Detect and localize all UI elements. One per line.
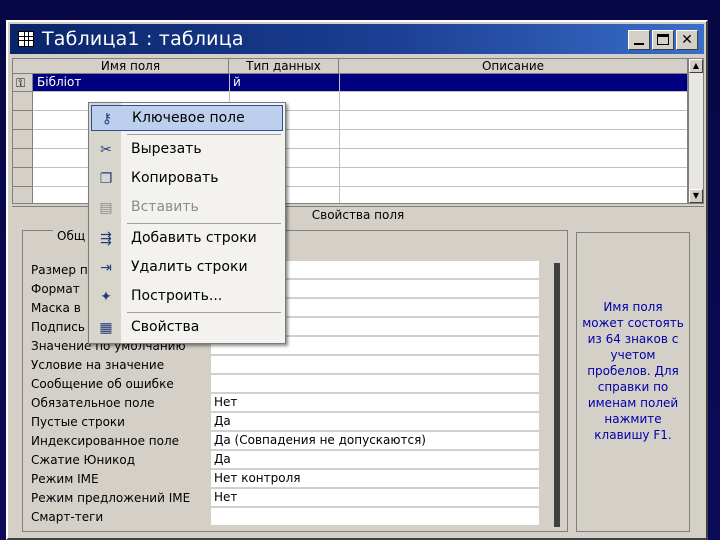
property-value[interactable]: Да [211, 413, 539, 431]
property-value[interactable] [211, 508, 539, 526]
property-label: Пустые строки [31, 415, 125, 429]
menu-item-insert-rows[interactable]: ⇶ Добавить строки [91, 226, 283, 252]
property-label: Маска в [31, 301, 81, 315]
properties-icon: ▦ [99, 320, 113, 336]
property-label: Смарт-теги [31, 510, 104, 524]
property-row: Сжатие Юникод Да [31, 451, 549, 470]
property-label: Подпись [31, 320, 85, 334]
property-row: Индексированное поле Да (Совпадения не до… [31, 432, 549, 451]
property-label: Индексированное поле [31, 434, 180, 448]
copy-icon: ❐ [99, 171, 113, 187]
menu-item-delete-rows[interactable]: ⇥ Удалить строки [91, 255, 283, 281]
menu-item-properties[interactable]: ▦ Свойства [91, 315, 283, 341]
row-selectors: ⚿ [13, 59, 33, 203]
property-value[interactable] [211, 356, 539, 374]
menu-item-label: Копировать [131, 170, 219, 186]
title-bar[interactable]: Таблица1 : таблица ✕ [10, 24, 704, 54]
menu-separator [127, 312, 281, 313]
property-label: Размер п [31, 263, 88, 277]
property-row: Обязательное поле Нет [31, 394, 549, 413]
row-selector[interactable]: ⚿ [13, 74, 33, 92]
close-icon: ✕ [681, 32, 693, 48]
property-label: Режим IME [31, 472, 99, 486]
properties-scrollbar[interactable] [554, 263, 560, 527]
property-label: Режим предложений IME [31, 491, 191, 505]
field-name-cell[interactable]: Бібліот [37, 75, 81, 89]
insert-rows-icon: ⇶ [100, 231, 112, 247]
grid-scrollbar[interactable]: ▲ ▼ [688, 58, 704, 204]
maximize-icon [657, 34, 669, 45]
row-selector[interactable] [13, 169, 33, 187]
menu-item-build[interactable]: ✦ Построить... [91, 284, 283, 310]
menu-item-label: Удалить строки [131, 259, 248, 275]
table-row[interactable]: Бібліот й [33, 74, 687, 92]
property-value[interactable]: Нет [211, 489, 539, 507]
property-label: Сжатие Юникод [31, 453, 136, 467]
menu-item-label: Добавить строки [131, 230, 257, 246]
paste-icon: ▤ [99, 200, 113, 216]
property-value[interactable] [211, 375, 539, 393]
delete-rows-icon: ⇥ [100, 260, 112, 276]
table-design-window: Таблица1 : таблица ✕ ⚿ Имя поля Тип данн… [6, 20, 708, 540]
menu-item-label: Свойства [131, 319, 200, 335]
menu-separator [127, 134, 281, 135]
table-icon [18, 31, 34, 47]
property-label: Условие на значение [31, 358, 165, 372]
property-row: Режим предложений IME Нет [31, 489, 549, 508]
property-value[interactable]: Да (Совпадения не допускаются) [211, 432, 539, 450]
tab-general[interactable]: Общ [53, 229, 90, 243]
data-type-cell[interactable]: й [233, 75, 241, 89]
window-title: Таблица1 : таблица [42, 28, 244, 50]
property-row: Пустые строки Да [31, 413, 549, 432]
key-icon: ⚷ [101, 111, 113, 127]
close-button[interactable]: ✕ [676, 30, 698, 50]
property-row: Режим IME Нет контроля [31, 470, 549, 489]
scroll-up-icon[interactable]: ▲ [689, 59, 703, 73]
menu-item-primary-key[interactable]: ⚷ Ключевое поле [91, 105, 283, 131]
property-row: Сообщение об ошибке [31, 375, 549, 394]
help-text-panel: Имя поля может состоять из 64 знаков с у… [576, 232, 690, 532]
build-wand-icon: ✦ [100, 289, 112, 305]
property-row: Смарт-теги [31, 508, 549, 527]
column-header-description[interactable]: Описание [339, 59, 687, 74]
menu-item-copy[interactable]: ❐ Копировать [91, 166, 283, 192]
row-selector[interactable] [13, 93, 33, 111]
property-value[interactable]: Нет контроля [211, 470, 539, 488]
property-row: Условие на значение [31, 356, 549, 375]
row-selector[interactable] [13, 150, 33, 168]
menu-item-label: Ключевое поле [132, 110, 245, 126]
property-label: Обязательное поле [31, 396, 155, 410]
scissors-icon: ✂ [100, 142, 112, 158]
menu-item-label: Построить... [131, 288, 223, 304]
context-menu: ⚷ Ключевое поле ✂ Вырезать ❐ Копировать … [88, 102, 286, 344]
row-selector[interactable] [13, 131, 33, 149]
maximize-button[interactable] [652, 30, 674, 50]
primary-key-icon: ⚿ [16, 76, 26, 90]
menu-item-label: Вырезать [131, 141, 202, 157]
property-label: Сообщение об ошибке [31, 377, 174, 391]
column-header-data-type[interactable]: Тип данных [229, 59, 339, 74]
menu-separator [127, 223, 281, 224]
property-label: Формат [31, 282, 80, 296]
menu-item-label: Вставить [131, 199, 199, 215]
property-value[interactable]: Нет [211, 394, 539, 412]
property-value[interactable]: Да [211, 451, 539, 469]
scroll-down-icon[interactable]: ▼ [689, 189, 703, 203]
column-divider [339, 74, 340, 203]
row-selector[interactable] [13, 112, 33, 130]
grid-header: Имя поля Тип данных Описание [13, 59, 687, 74]
minimize-icon [634, 43, 644, 45]
menu-item-cut[interactable]: ✂ Вырезать [91, 137, 283, 163]
column-header-field-name[interactable]: Имя поля [33, 59, 229, 74]
minimize-button[interactable] [628, 30, 650, 50]
menu-item-paste: ▤ Вставить [91, 195, 283, 221]
